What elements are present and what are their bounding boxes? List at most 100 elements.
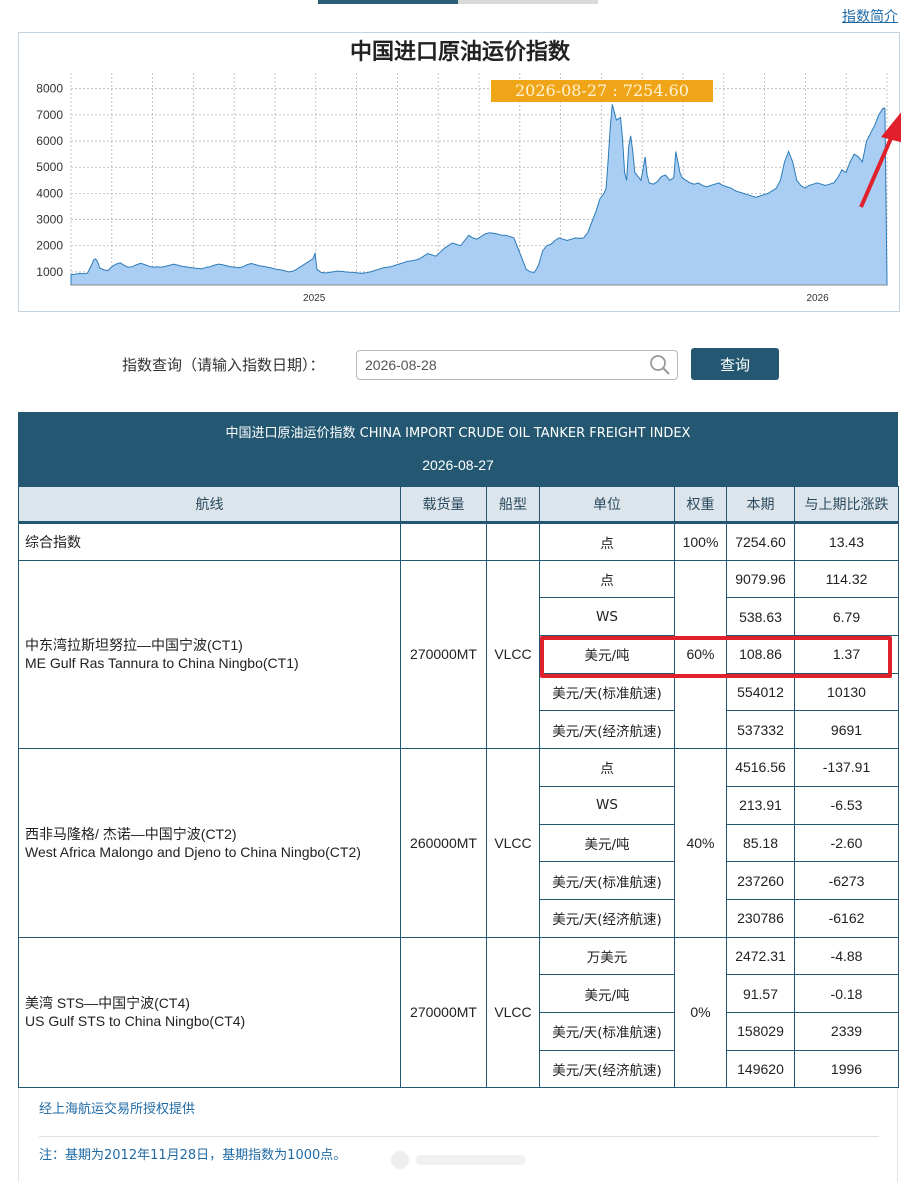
source-note: 经上海航运交易所授权提供 bbox=[39, 1102, 196, 1117]
table-header-banner: 中国进口原油运价指数 CHINA IMPORT CRUDE OIL TANKER… bbox=[18, 412, 898, 486]
route-en: US Gulf STS to China Ningbo(CT4) bbox=[25, 1013, 246, 1030]
change-cell: 10130 bbox=[794, 672, 899, 712]
table-title: 中国进口原油运价指数 CHINA IMPORT CRUDE OIL TANKER… bbox=[225, 426, 691, 441]
change-cell: 6.79 bbox=[794, 597, 899, 637]
table-header-row: 航线 载货量 船型 单位 权重 本期 与上期比涨跌 bbox=[18, 486, 899, 524]
change-cell: 1.37 bbox=[794, 635, 899, 674]
change-cell: -6273 bbox=[794, 861, 899, 900]
unit-cell: WS bbox=[539, 597, 675, 637]
route-name: 综合指数 bbox=[18, 522, 401, 561]
change-cell: 13.43 bbox=[794, 522, 899, 561]
search-icon[interactable] bbox=[649, 354, 671, 376]
watermark-icon bbox=[391, 1151, 526, 1169]
y-tick-label: 8000 bbox=[36, 82, 63, 96]
index-intro-link[interactable]: 指数简介 bbox=[842, 6, 898, 26]
route-cell-ct4: 美湾 STS—中国宁波(CT4) US Gulf STS to China Ni… bbox=[18, 936, 401, 1089]
unit-cell: 美元/吨 bbox=[539, 823, 675, 863]
change-cell: -6162 bbox=[794, 898, 899, 938]
base-period-note: 注：基期为2012年11月28日，基期指数为1000点。 bbox=[39, 1148, 347, 1163]
y-tick-label: 1000 bbox=[36, 265, 63, 279]
current-cell: 537332 bbox=[726, 710, 795, 750]
col-header-unit: 单位 bbox=[539, 486, 675, 524]
current-cell: 7254.60 bbox=[726, 522, 795, 561]
current-cell: 213.91 bbox=[726, 785, 795, 825]
date-input-wrapper[interactable] bbox=[356, 350, 678, 380]
unit-cell: 点 bbox=[539, 748, 675, 787]
index-table: 航线 载货量 船型 单位 权重 本期 与上期比涨跌 综合指数 点 100% 72… bbox=[18, 486, 899, 1089]
current-cell: 85.18 bbox=[726, 823, 795, 863]
footer-divider bbox=[39, 1136, 879, 1137]
index-chart: 中国进口原油运价指数 1000 2000 3000 4000 5000 6000 7000 80… bbox=[18, 32, 901, 312]
cargo-cell: 270000MT bbox=[400, 559, 487, 750]
change-cell: 1996 bbox=[794, 1049, 899, 1089]
y-tick-label: 2000 bbox=[36, 239, 63, 253]
index-table-section: 中国进口原油运价指数 CHINA IMPORT CRUDE OIL TANKER… bbox=[18, 412, 899, 1089]
unit-cell: 美元/天(经济航速) bbox=[539, 1049, 675, 1089]
ship-cell: VLCC bbox=[486, 559, 540, 750]
unit-cell: 点 bbox=[539, 522, 675, 561]
table-row: 中东湾拉斯坦努拉—中国宁波(CT1) ME Gulf Ras Tannura t… bbox=[18, 559, 899, 750]
unit-cell: 美元/天(标准航速) bbox=[539, 672, 675, 712]
change-cell: 2339 bbox=[794, 1011, 899, 1051]
x-tick-label: 2026 bbox=[807, 293, 830, 304]
tooltip-text: 2026-08-27 : 7254.60 bbox=[515, 81, 689, 100]
query-button[interactable]: 查询 bbox=[691, 348, 779, 380]
weight-cell: 100% bbox=[674, 522, 727, 561]
top-tab-active[interactable] bbox=[318, 0, 458, 4]
unit-cell: 万美元 bbox=[539, 936, 675, 976]
unit-cell: WS bbox=[539, 785, 675, 825]
unit-cell: 点 bbox=[539, 559, 675, 599]
chart-title: 中国进口原油运价指数 bbox=[350, 39, 571, 65]
query-label: 指数查询（请输入指数日期）： bbox=[122, 356, 325, 374]
y-tick-label: 7000 bbox=[36, 108, 63, 122]
current-cell: 9079.96 bbox=[726, 559, 795, 599]
index-chart-svg: 中国进口原油运价指数 1000 2000 3000 4000 5000 6000 7000 80… bbox=[36, 39, 901, 304]
unit-cell: 美元/吨 bbox=[539, 635, 675, 674]
top-tab-inactive[interactable] bbox=[458, 0, 598, 4]
change-cell: 114.32 bbox=[794, 559, 899, 599]
current-cell: 158029 bbox=[726, 1011, 795, 1051]
unit-cell: 美元/天(经济航速) bbox=[539, 898, 675, 938]
unit-cell: 美元/天(标准航速) bbox=[539, 1011, 675, 1051]
current-cell: 538.63 bbox=[726, 597, 795, 637]
table-row: 西非马隆格/ 杰诺—中国宁波(CT2) West Africa Malongo … bbox=[18, 748, 899, 938]
col-header-route: 航线 bbox=[18, 486, 401, 524]
col-header-ship: 船型 bbox=[486, 486, 540, 524]
route-cell-ct1: 中东湾拉斯坦努拉—中国宁波(CT1) ME Gulf Ras Tannura t… bbox=[18, 559, 401, 750]
table-row-composite: 综合指数 点 100% 7254.60 13.43 bbox=[18, 522, 899, 561]
change-cell: -6.53 bbox=[794, 785, 899, 825]
col-header-cargo: 载货量 bbox=[400, 486, 487, 524]
route-en: ME Gulf Ras Tannura to China Ningbo(CT1) bbox=[25, 655, 299, 672]
weight-cell: 60% bbox=[674, 559, 727, 750]
y-tick-label: 4000 bbox=[36, 186, 63, 200]
current-cell: 91.57 bbox=[726, 974, 795, 1013]
col-header-change: 与上期比涨跌 bbox=[794, 486, 899, 524]
query-row: 指数查询（请输入指数日期）： 查询 bbox=[0, 346, 920, 382]
ship-cell: VLCC bbox=[486, 936, 540, 1089]
current-cell: 149620 bbox=[726, 1049, 795, 1089]
weight-cell: 40% bbox=[674, 748, 727, 938]
current-cell: 2472.31 bbox=[726, 936, 795, 976]
unit-cell: 美元/天(经济航速) bbox=[539, 710, 675, 750]
change-cell: -2.60 bbox=[794, 823, 899, 863]
cargo-cell: 260000MT bbox=[400, 748, 487, 938]
ship-cell bbox=[486, 522, 540, 561]
unit-cell: 美元/吨 bbox=[539, 974, 675, 1013]
col-header-weight: 权重 bbox=[674, 486, 727, 524]
unit-cell: 美元/天(标准航速) bbox=[539, 861, 675, 900]
current-cell: 108.86 bbox=[726, 635, 795, 674]
x-tick-label: 2025 bbox=[303, 293, 326, 304]
cargo-cell bbox=[400, 522, 487, 561]
col-header-current: 本期 bbox=[726, 486, 795, 524]
y-tick-label: 6000 bbox=[36, 134, 63, 148]
weight-cell: 0% bbox=[674, 936, 727, 1089]
cargo-cell: 270000MT bbox=[400, 936, 487, 1089]
route-cn: 中东湾拉斯坦努拉—中国宁波(CT1) bbox=[25, 637, 243, 654]
route-cell-ct2: 西非马隆格/ 杰诺—中国宁波(CT2) West Africa Malongo … bbox=[18, 748, 401, 938]
change-cell: -0.18 bbox=[794, 974, 899, 1013]
route-cn: 西非马隆格/ 杰诺—中国宁波(CT2) bbox=[25, 825, 237, 842]
y-tick-label: 5000 bbox=[36, 160, 63, 174]
table-date: 2026-08-27 bbox=[422, 457, 494, 473]
date-input[interactable] bbox=[365, 351, 645, 379]
y-tick-label: 3000 bbox=[36, 213, 63, 227]
